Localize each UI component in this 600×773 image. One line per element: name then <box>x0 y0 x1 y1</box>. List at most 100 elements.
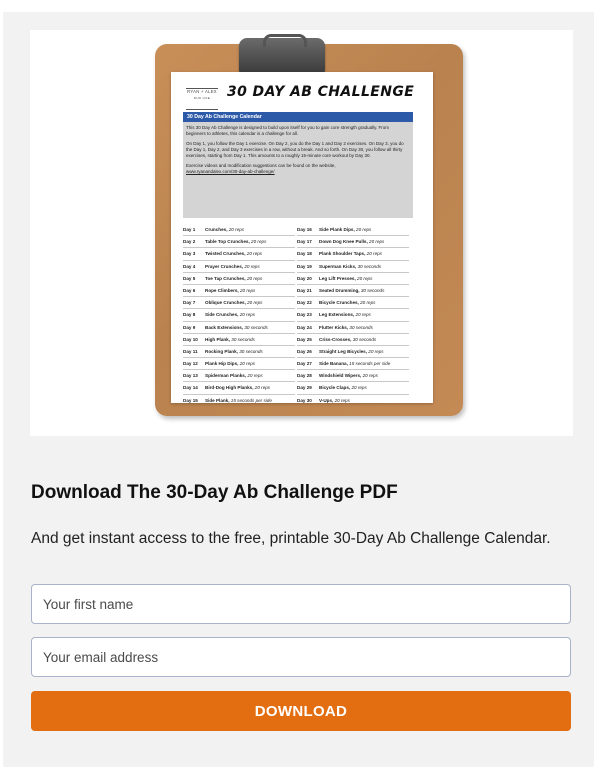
day-reps: 20 reps <box>356 227 372 232</box>
day-exercise: Twisted Crunches, <box>205 251 246 257</box>
day-number: Day 13 <box>183 373 198 379</box>
day-row: Day 28 Windshield Wipers, 20 reps <box>297 370 409 383</box>
optin-subtext: And get instant access to the free, prin… <box>31 530 551 547</box>
day-row: Day 19 Superman Kicks, 30 seconds <box>297 261 409 273</box>
day-reps: 20 reps <box>334 397 350 403</box>
printout-intro: This 30 Day Ab Challenge is designed to … <box>183 122 413 218</box>
day-row: Day 5 Toe Tap Crunches, 20 reps <box>183 273 295 285</box>
printout-banner: 30 Day Ab Challenge Calendar <box>183 112 413 122</box>
day-row: Day 18 Plank Shoulder Taps, 20 reps <box>297 248 409 261</box>
day-number: Day 23 <box>297 312 312 318</box>
day-row: Day 7 Oblique Crunches, 20 reps <box>183 297 295 310</box>
day-reps: 20 reps <box>357 275 373 281</box>
day-row: Day 22 Bicycle Crunches, 20 reps <box>297 297 409 310</box>
day-exercise: Bird-Dog High Planks, <box>205 385 254 391</box>
day-reps: 20 reps <box>355 312 371 318</box>
day-number: Day 4 <box>183 263 196 269</box>
intro-paragraph: On Day 1, you follow the Day 1 exercise.… <box>186 141 404 158</box>
day-column-right: Day 16 Side Plank Dips, 20 reps Day 17 Down… <box>297 224 409 403</box>
day-exercise: Criss-Crosses, <box>319 336 352 342</box>
day-number: Day 8 <box>183 312 196 318</box>
day-number: Day 15 <box>183 397 198 403</box>
day-exercise: Down Dog Knee Pulls, <box>319 239 368 245</box>
day-number: Day 3 <box>183 251 196 257</box>
day-column-left: Day 1 Crunches, 20 reps Day 2 Table Top Cru… <box>183 224 295 403</box>
day-reps: 15 seconds per side <box>349 361 391 367</box>
day-row: Day 17 Down Dog Knee Pulls, 20 reps <box>297 236 409 249</box>
day-reps: 20 reps <box>251 239 267 245</box>
day-row: Day 21 Seated Drumming, 30 seconds <box>297 285 409 298</box>
day-row: Day 20 Leg Lift Presses, 20 reps <box>297 273 409 285</box>
day-number: Day 22 <box>297 300 312 306</box>
day-reps: 20 reps <box>369 239 385 245</box>
day-row: Day 10 High Plank, 30 seconds <box>183 334 295 346</box>
day-exercise: Rope Climbers, <box>205 287 239 293</box>
day-row: Day 23 Leg Extensions, 20 reps <box>297 309 409 322</box>
email-input[interactable] <box>31 637 571 677</box>
day-number: Day 24 <box>297 324 312 330</box>
day-number: Day 17 <box>297 239 312 245</box>
day-exercise: Bicycle Crunches, <box>319 300 359 306</box>
day-reps: 20 reps <box>360 300 376 306</box>
day-row: Day 11 Rocking Plank, 30 seconds <box>183 346 295 359</box>
day-row: Day 9 Back Extensions, 30 seconds <box>183 322 295 334</box>
day-number: Day 25 <box>297 336 312 342</box>
day-row: Day 8 Side Crunches, 20 reps <box>183 309 295 322</box>
day-number: Day 10 <box>183 336 198 342</box>
day-reps: 15 seconds per side <box>230 397 272 403</box>
day-number: Day 7 <box>183 300 196 306</box>
day-number: Day 11 <box>183 348 198 354</box>
day-number: Day 27 <box>297 361 312 367</box>
day-number: Day 30 <box>297 397 312 403</box>
day-reps: 20 reps <box>362 373 378 379</box>
day-exercise: Superman Kicks, <box>319 263 357 269</box>
day-number: Day 19 <box>297 263 312 269</box>
day-reps: 20 reps <box>247 300 263 306</box>
day-number: Day 29 <box>297 385 312 391</box>
day-exercise: Back Extensions, <box>205 324 244 330</box>
day-number: Day 6 <box>183 287 196 293</box>
day-row: Day 15 Side Plank, 15 seconds per side <box>183 395 295 403</box>
day-exercise: High Plank, <box>205 336 231 342</box>
day-number: Day 26 <box>297 348 312 354</box>
day-reps: 20 reps <box>244 263 260 269</box>
day-row: Day 12 Plank Hip Dips, 20 reps <box>183 358 295 371</box>
day-reps: 20 reps <box>246 275 263 281</box>
day-reps: 20 reps <box>351 385 367 391</box>
day-exercise: Seated Drumming, <box>319 287 360 293</box>
day-exercise: Table Top Crunches, <box>205 239 250 245</box>
day-exercise: Leg Extensions, <box>319 312 355 318</box>
optin-card: RYAN + ALEX DUO LIFE 30 DAY AB CHALLENGE… <box>3 12 594 767</box>
day-row: Day 16 Side Plank Dips, 20 reps <box>297 224 409 237</box>
day-reps: 30 seconds <box>357 263 382 269</box>
day-number: Day 9 <box>183 324 196 330</box>
day-number: Day 20 <box>297 275 312 281</box>
day-number: Day 14 <box>183 385 198 391</box>
day-exercise: Side Plank Dips, <box>319 227 355 232</box>
day-number: Day 28 <box>297 373 312 379</box>
clipboard-image: RYAN + ALEX DUO LIFE 30 DAY AB CHALLENGE… <box>155 34 463 416</box>
day-row: Day 13 Spiderman Planks, 20 reps <box>183 370 295 383</box>
day-exercise: Plank Shoulder Taps, <box>319 251 366 257</box>
day-number: Day 2 <box>183 239 196 245</box>
day-reps: 30 seconds <box>239 348 263 354</box>
day-row: Day 14 Bird-Dog High Planks, 20 reps <box>183 382 295 395</box>
day-row: Day 6 Rope Climbers, 20 reps <box>183 285 295 298</box>
hero-image: RYAN + ALEX DUO LIFE 30 DAY AB CHALLENGE… <box>30 30 573 436</box>
first-name-input[interactable] <box>31 584 571 624</box>
day-exercise: Crunches, <box>205 227 228 232</box>
day-reps: 20 reps <box>239 361 256 367</box>
download-button[interactable]: DOWNLOAD <box>31 691 571 731</box>
day-row: Day 24 Flutter Kicks, 30 seconds <box>297 322 409 334</box>
day-row: Day 1 Crunches, 20 reps <box>183 224 295 237</box>
brand-tagline: DUO LIFE <box>193 96 211 100</box>
day-row: Day 26 Straight Leg Bicycles, 20 reps <box>297 346 409 359</box>
day-number: Day 5 <box>183 275 196 281</box>
day-row: Day 4 Prayer Crunches, 20 reps <box>183 261 295 273</box>
calendar-printout: RYAN + ALEX DUO LIFE 30 DAY AB CHALLENGE… <box>171 72 433 403</box>
intro-paragraph: This 30 Day Ab Challenge is designed to … <box>186 125 390 136</box>
day-reps: 20 reps <box>239 312 256 318</box>
brand-logo: RYAN + ALEX DUO LIFE <box>186 88 218 110</box>
day-exercise: V-Ups, <box>319 397 334 403</box>
day-reps: 20 reps <box>368 348 384 354</box>
